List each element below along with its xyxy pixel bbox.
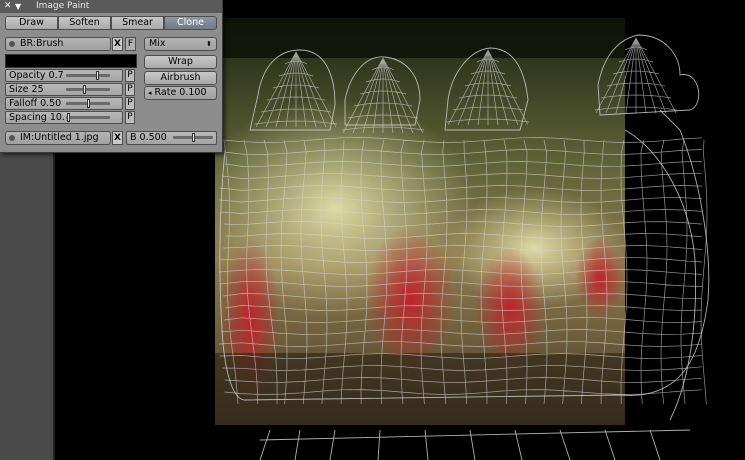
spacing-label: Spacing 10. bbox=[9, 112, 65, 123]
close-icon[interactable]: ✕ bbox=[4, 0, 12, 13]
opacity-slider[interactable]: Opacity 0.7 bbox=[5, 69, 123, 82]
uv-mesh-edges bbox=[218, 37, 708, 405]
clone-image-field[interactable]: IM:Untitled 1.jpg bbox=[5, 131, 111, 145]
opacity-track bbox=[66, 74, 110, 77]
clone-button[interactable]: Clone bbox=[164, 16, 217, 30]
brush-name-text: BR:Brush bbox=[20, 38, 64, 49]
brush-fake-user-button[interactable]: F bbox=[125, 37, 136, 51]
panel-title: Image Paint bbox=[36, 1, 90, 11]
opacity-label: Opacity 0.7 bbox=[9, 70, 64, 81]
image-browse-icon[interactable] bbox=[9, 135, 15, 141]
size-track bbox=[66, 88, 110, 91]
draw-button[interactable]: Draw bbox=[5, 16, 58, 30]
panel-header[interactable]: ✕ ▼ Image Paint bbox=[0, 0, 222, 13]
rate-value: Rate 0.100 bbox=[154, 87, 207, 98]
menu-arrows-icon: ⬍ bbox=[206, 40, 212, 48]
brush-name-field[interactable]: BR:Brush bbox=[5, 37, 111, 51]
clone-image-text: IM:Untitled 1.jpg bbox=[20, 132, 99, 143]
falloff-label: Falloff 0.50 bbox=[9, 98, 62, 109]
spacing-pressure-button[interactable]: P bbox=[125, 111, 135, 124]
falloff-knob[interactable] bbox=[87, 99, 90, 108]
clone-blend-slider[interactable]: B 0.500 bbox=[126, 131, 217, 145]
brush-unlink-button[interactable]: X bbox=[112, 37, 123, 51]
blend-mode-value: Mix bbox=[149, 38, 166, 49]
brush-browse-icon[interactable] bbox=[9, 41, 15, 47]
wrap-toggle[interactable]: Wrap bbox=[144, 55, 217, 69]
soften-button[interactable]: Soften bbox=[58, 16, 111, 30]
size-slider[interactable]: Size 25 bbox=[5, 83, 123, 96]
size-pressure-button[interactable]: P bbox=[125, 83, 135, 96]
opacity-knob[interactable] bbox=[96, 71, 99, 80]
size-knob[interactable] bbox=[83, 85, 86, 94]
collapse-triangle-icon[interactable]: ▼ bbox=[15, 0, 21, 13]
falloff-slider[interactable]: Falloff 0.50 bbox=[5, 97, 123, 110]
clone-blend-knob[interactable] bbox=[192, 133, 195, 142]
airbrush-toggle[interactable]: Airbrush bbox=[144, 71, 217, 85]
falloff-pressure-button[interactable]: P bbox=[125, 97, 135, 110]
opacity-pressure-button[interactable]: P bbox=[125, 69, 135, 82]
smear-button[interactable]: Smear bbox=[111, 16, 164, 30]
clone-image-unlink-button[interactable]: X bbox=[112, 131, 123, 145]
size-label: Size 25 bbox=[9, 84, 44, 95]
image-paint-panel: ✕ ▼ Image Paint Draw Soften Smear Clone … bbox=[0, 0, 223, 153]
decrement-arrow-icon[interactable]: ◂ bbox=[148, 87, 152, 99]
spacing-knob[interactable] bbox=[67, 113, 70, 122]
brush-color-swatch[interactable] bbox=[5, 54, 137, 68]
blend-mode-menu[interactable]: Mix ⬍ bbox=[144, 37, 217, 51]
spacing-track bbox=[66, 116, 110, 119]
spacing-slider[interactable]: Spacing 10. bbox=[5, 111, 123, 124]
rate-number-field[interactable]: ◂ Rate 0.100 bbox=[144, 86, 217, 100]
clone-blend-label: B 0.500 bbox=[130, 132, 167, 143]
